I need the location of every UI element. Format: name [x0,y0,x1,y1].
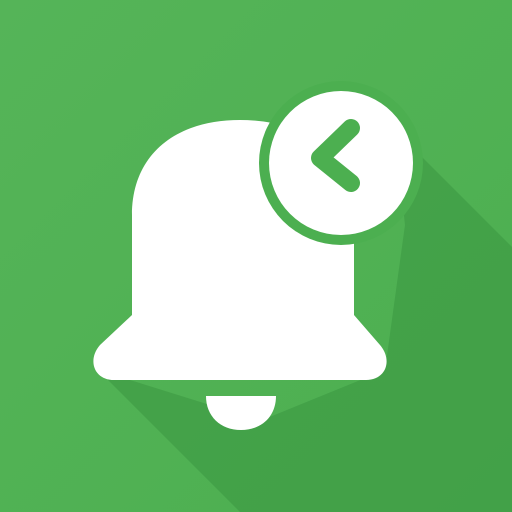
badge-circle [269,91,413,235]
app-icon [0,0,512,512]
badge [259,81,423,245]
app-icon-graphic [0,0,512,512]
